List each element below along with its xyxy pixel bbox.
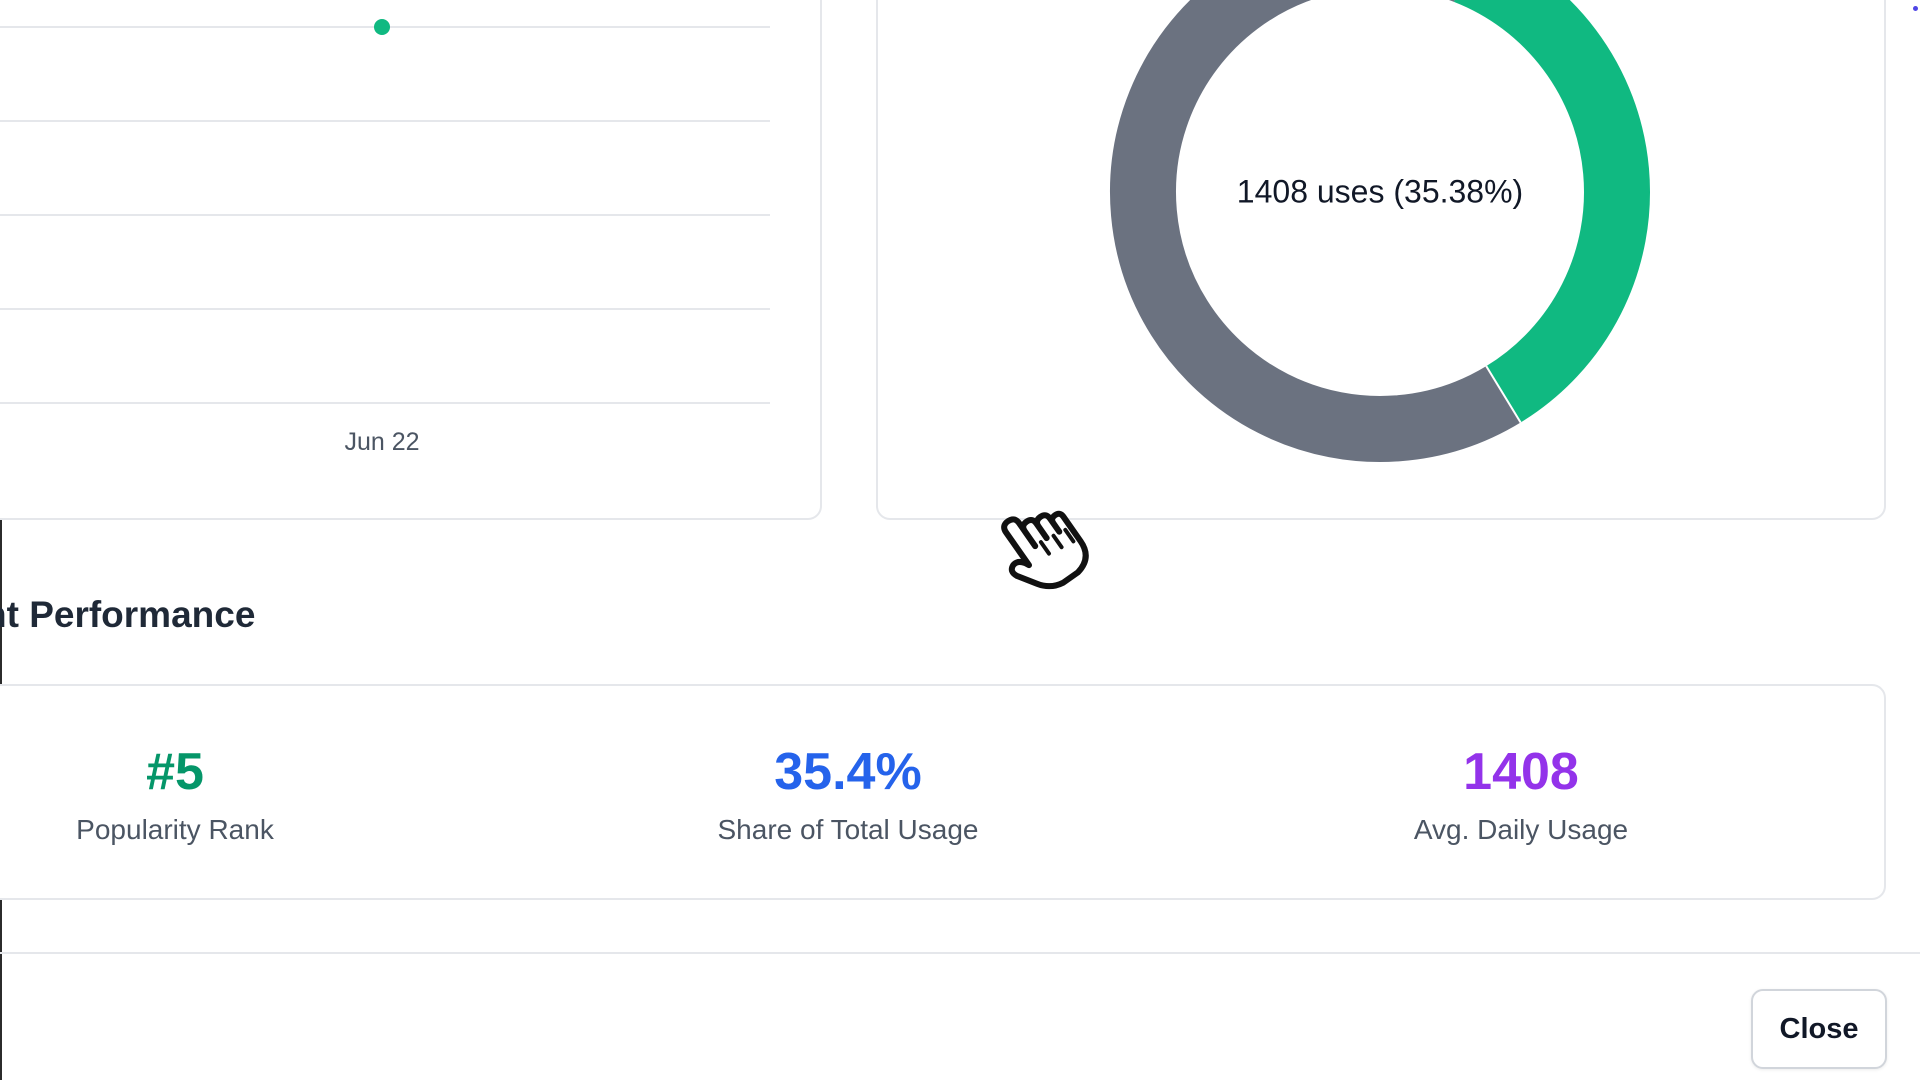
stat-avg-daily-usage: 1408 Avg. Daily Usage	[1271, 742, 1771, 846]
stat-label: Avg. Daily Usage	[1413, 814, 1629, 845]
stat-value: 35.4%	[774, 743, 922, 801]
stat-label: Popularity Rank	[76, 814, 274, 845]
close-button[interactable]: Close	[1751, 989, 1887, 1069]
chart-gridline	[0, 402, 770, 404]
chart-gridline	[0, 214, 770, 216]
status-dot	[1913, 6, 1918, 11]
modal-body: Jun 22 1408 uses (35.38%) nt Performance…	[0, 0, 1920, 1080]
usage-share-donut-chart	[1110, 0, 1650, 462]
stat-label: Share of Total Usage	[717, 814, 979, 845]
section-title-text: nt Performance	[0, 594, 256, 635]
stat-popularity-rank: #5 Popularity Rank	[0, 742, 425, 846]
donut-slice[interactable]	[1110, 0, 1521, 462]
chart-data-point[interactable]	[374, 19, 390, 35]
stat-value: 1408	[1463, 743, 1579, 801]
donut-slices	[1110, 0, 1650, 462]
donut-center-label: 1408 uses (35.38%)	[1236, 173, 1524, 210]
hand-pointer-icon	[1001, 510, 1089, 590]
x-axis-tick-label: Jun 22	[344, 428, 420, 456]
stat-share-of-total-usage: 35.4% Share of Total Usage	[598, 742, 1098, 846]
section-title: nt Performance	[0, 594, 255, 636]
stat-value: #5	[146, 743, 204, 801]
chart-gridline	[0, 120, 770, 122]
footer-divider	[0, 952, 1920, 954]
chart-gridline	[0, 308, 770, 310]
